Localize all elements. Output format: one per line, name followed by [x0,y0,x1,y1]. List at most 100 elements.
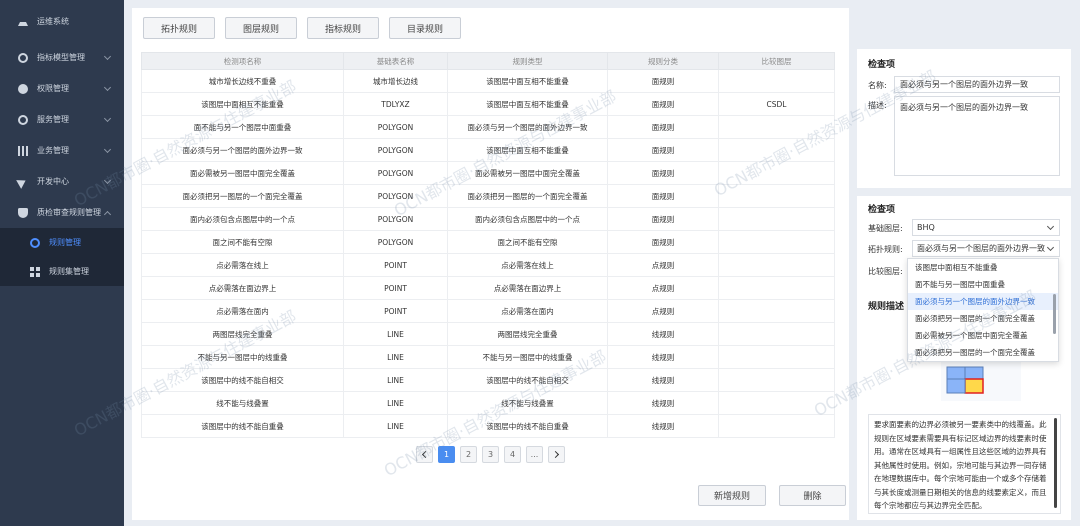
scrollbar[interactable] [1054,418,1057,508]
table-cell: 面内必须包含点图层中的一个点 [141,207,344,231]
delete-button[interactable]: 删除 [779,485,846,506]
column-header[interactable]: 检测项名称 [141,52,344,70]
table-row[interactable]: 城市增长边线不重叠 城市增长边线 该图层中面互相不能重叠 面规则 [141,69,835,93]
pagination: 1 2 3 4 ... [416,446,565,463]
dropdown-option[interactable]: 面不能与另一图层中面重叠 [908,276,1058,293]
table-row[interactable]: 面必须把另一图层的一个面完全覆盖 POLYGON 面必须把另一图层的一个面完全覆盖面… [141,184,835,208]
table-row[interactable]: 该图层中面相互不能重叠 TDLYXZ 该图层中面互相不能重叠 面规则 CSDL [141,92,835,116]
rule-desc-box[interactable]: 要求面要素的边界必须被另一要素类中的线覆盖。此规则在区域要素需要具有标记区域边界… [868,414,1061,514]
table-cell: POINT [343,276,448,300]
table-cell: 该图层中的线不能自重叠 [141,414,344,438]
table-row[interactable]: 面必须与另一个图层的面外边界一致 POLYGON 该图层中面互相不能重叠 面规则 [141,138,835,162]
table-cell: LINE [343,391,448,415]
prev-page-button[interactable] [416,446,433,463]
page-button-1[interactable]: 1 [438,446,455,463]
table-row[interactable]: 线不能与线叠置 LINE 线不能与线叠置 线规则 [141,391,835,415]
table-row[interactable]: 点必需落在线上 POINT 点必需落在线上 点规则 [141,253,835,277]
table-cell: 点规则 [607,276,719,300]
table-cell: 该图层中面互相不能重叠 [447,69,608,93]
chevron-down-icon [103,145,112,154]
topo-rule-select[interactable]: 面必须与另一个图层的面外边界一致 [912,240,1060,257]
table-cell: 该图层中的线不能自相交 [447,368,608,392]
next-page-button[interactable] [548,446,565,463]
table-row[interactable]: 面不能与另一个图层中面重叠 POLYGON 面必须与另一个图层的面外边界一致 面规则 [141,115,835,139]
table-cell [718,322,835,346]
scrollbar[interactable] [1053,294,1056,334]
topo-rule-dropdown: 该图层中面相互不能重叠 面不能与另一图层中面重叠 面必须与另一个图层的面外边界一致面… [907,258,1059,362]
table-cell: 点必需落在面边界上 [141,276,344,300]
sidebar-subitem-rule-manage[interactable]: 规则管理 [0,228,124,257]
base-layer-label: 基础图层: [868,224,903,233]
table-cell: 该图层中面相互不能重叠 [141,92,344,116]
dropdown-option[interactable]: 面必须与另一个图层的面外边界一致 [908,293,1058,310]
table-row[interactable]: 面之间不能有空隙 POLYGON 面之间不能有空隙 面规则 [141,230,835,254]
table-cell: 线规则 [607,391,719,415]
tab-layer-rules[interactable]: 图层规则 [225,17,298,39]
section-title: 检查项 [868,60,896,70]
page-button-3[interactable]: 3 [482,446,499,463]
sidebar-item-business[interactable]: 业务管理 [0,135,124,166]
compare-layer-label: 比较图层: [868,267,903,276]
table-cell: 面不能与另一个图层中面重叠 [141,115,344,139]
table-cell: 城市增长边线 [343,69,448,93]
table-row[interactable]: 该图层中的线不能自相交 LINE 该图层中的线不能自相交 线规则 [141,368,835,392]
rule-desc-title: 规则描述 [868,302,905,312]
table-cell: 线不能与线叠置 [447,391,608,415]
table-cell [718,299,835,323]
page-ellipsis[interactable]: ... [526,446,543,463]
tab-metric-rules[interactable]: 指标规则 [307,17,380,39]
column-header[interactable]: 比较图层 [718,52,835,70]
table-cell: 点必需落在面内 [447,299,608,323]
tab-catalog-rules[interactable]: 目录规则 [389,17,462,39]
sidebar-item-dev-center[interactable]: 开发中心 [0,166,124,197]
topo-rule-label: 拓扑规则: [868,245,903,254]
tab-topology-rules[interactable]: 拓扑规则 [143,17,216,39]
sidebar-item-permission[interactable]: 权限管理 [0,73,124,104]
rule-tabs: 拓扑规则 图层规则 指标规则 目录规则 [143,17,462,39]
add-rule-button[interactable]: 新增规则 [698,485,766,506]
table-row[interactable]: 点必需落在面边界上 POINT 点必需落在面边界上 点规则 [141,276,835,300]
gear-icon [18,52,28,63]
table-cell: POINT [343,299,448,323]
sidebar-brand[interactable]: 运维系统 [0,0,124,42]
table-cell: POLYGON [343,230,448,254]
column-header[interactable]: 规则类型 [447,52,608,70]
desc-textarea[interactable]: 面必须与另一个图层的面外边界一致 [894,96,1060,176]
sidebar-subitem-ruleset-manage[interactable]: 规则集管理 [0,257,124,286]
table-row[interactable]: 面内必须包含点图层中的一个点 POLYGON 面内必须包含点图层中的一个点 面规则 [141,207,835,231]
column-header[interactable]: 基础表名称 [343,52,448,70]
table-cell [718,138,835,162]
base-layer-select[interactable]: BHQ [912,219,1060,236]
name-label: 名称: [868,81,887,90]
page-button-4[interactable]: 4 [504,446,521,463]
table-body: 城市增长边线不重叠 城市增长边线 该图层中面互相不能重叠 面规则 该图层中面相互不能重叠… [141,69,835,438]
page-button-2[interactable]: 2 [460,446,477,463]
sidebar-item-qc-rules[interactable]: 质检审查规则管理 [0,197,124,228]
sidebar-item-label: 服务管理 [37,115,69,124]
sidebar-item-service[interactable]: 服务管理 [0,104,124,135]
chevron-left-icon [421,450,430,459]
table-cell: 面必须与另一个图层的面外边界一致 [447,115,608,139]
dropdown-option[interactable]: 面必需被另一个图层中面完全覆盖 [908,327,1058,344]
dropdown-option[interactable]: 面必须把另一图层的一个面完全覆盖 [908,344,1058,361]
table-cell [718,345,835,369]
table-cell: 面之间不能有空隙 [141,230,344,254]
table-row[interactable]: 面必需被另一图层中面完全覆盖 POLYGON 面必需被另一图层中面完全覆盖 面规则 [141,161,835,185]
table-cell: 面规则 [607,207,719,231]
table-cell [718,115,835,139]
dropdown-option[interactable]: 该图层中面相互不能重叠 [908,259,1058,276]
table-cell: 面规则 [607,161,719,185]
table-cell: CSDL [718,92,835,116]
rule-diagram-image [941,361,1021,401]
column-header[interactable]: 规则分类 [607,52,719,70]
table-row[interactable]: 该图层中的线不能自重叠 LINE 该图层中的线不能自重叠 线规则 [141,414,835,438]
table-row[interactable]: 两图层线完全重叠 LINE 两图层线完全重叠 线规则 [141,322,835,346]
table-row[interactable]: 不能与另一图层中的线重叠 LINE 不能与另一图层中的线重叠 线规则 [141,345,835,369]
sidebar-item-metric-model[interactable]: 指标模型管理 [0,42,124,73]
name-field[interactable]: 面必须与另一个图层的面外边界一致 [894,76,1060,93]
table-cell: LINE [343,322,448,346]
sidebar-subitem-label: 规则集管理 [49,267,89,276]
table-row[interactable]: 点必需落在面内 POINT 点必需落在面内 点规则 [141,299,835,323]
dropdown-option[interactable]: 面必须把另一图层的一个面完全覆盖 [908,310,1058,327]
table-cell: 线规则 [607,322,719,346]
